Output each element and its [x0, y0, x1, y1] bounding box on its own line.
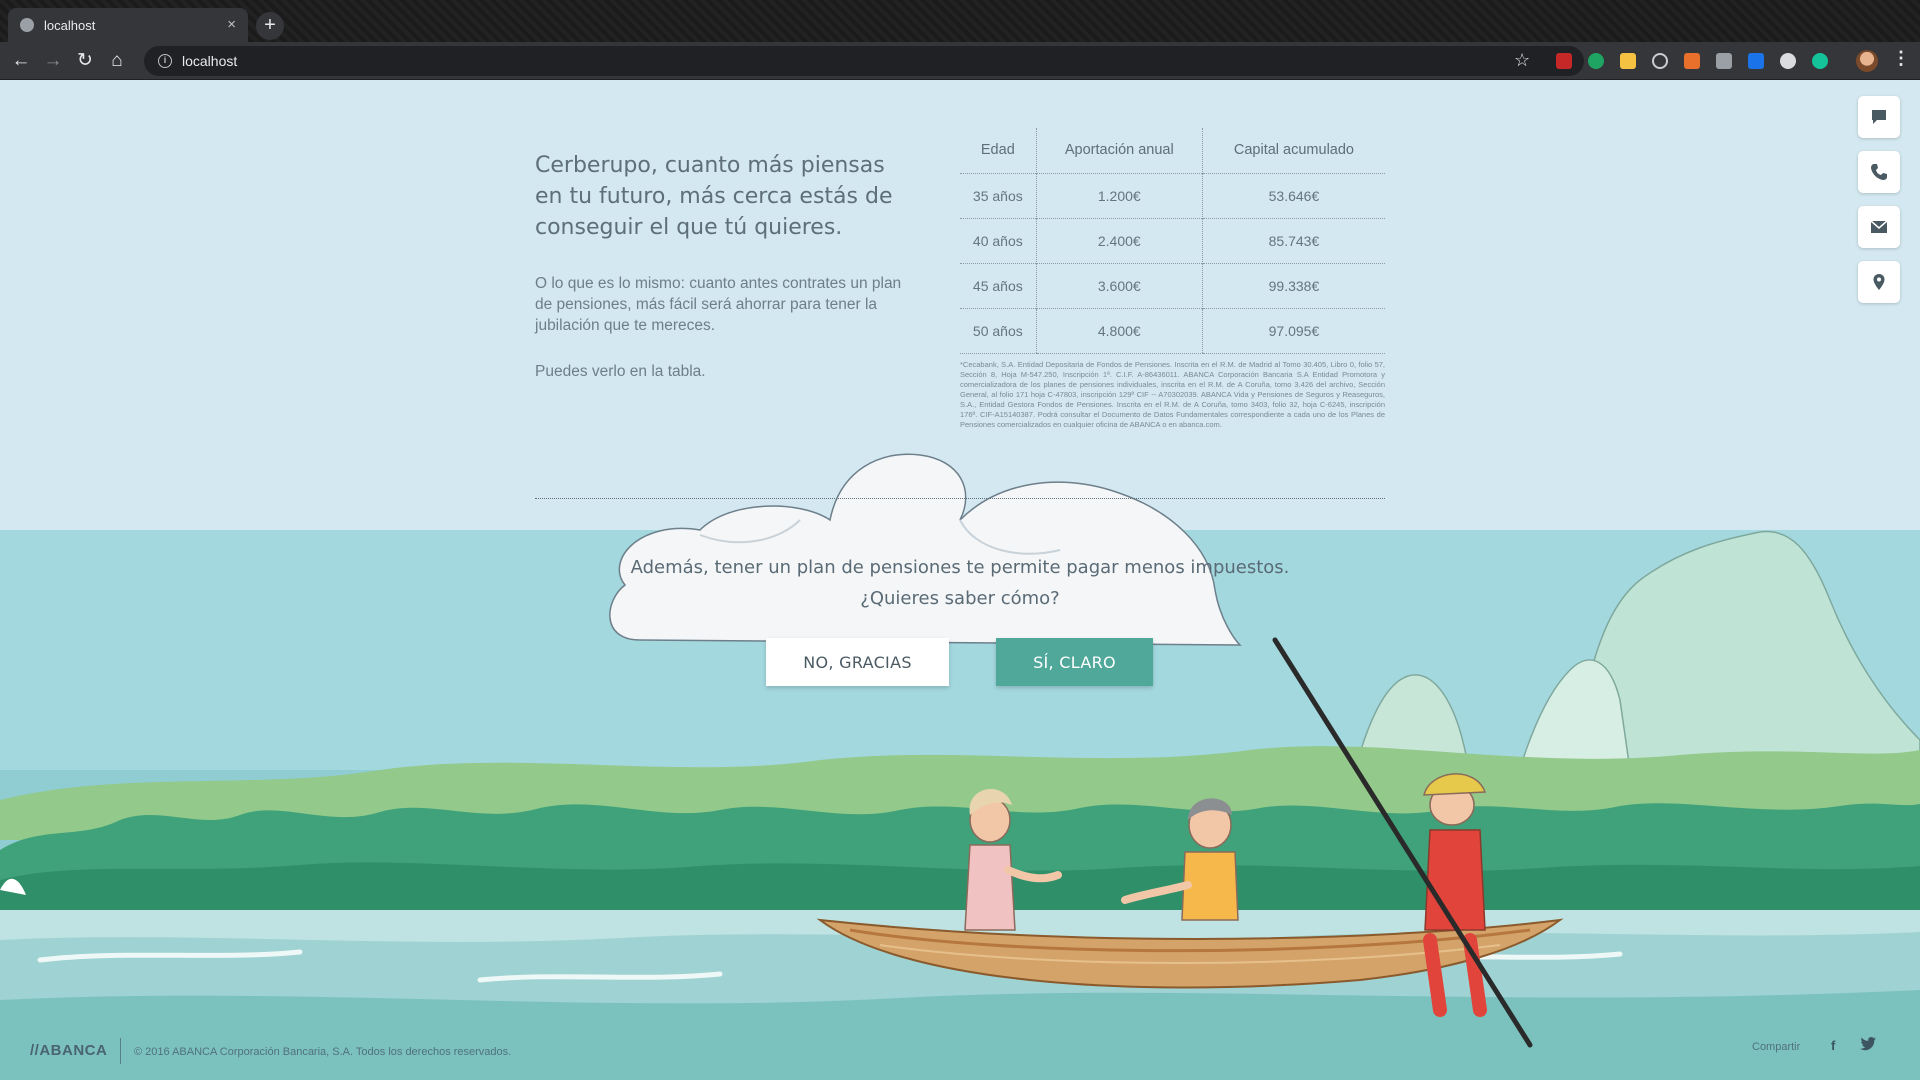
column-header-accumulated-capital: Capital acumulado	[1201, 128, 1385, 173]
extension-icon[interactable]	[1652, 53, 1668, 69]
age-cell: 45 años	[960, 262, 1037, 308]
pension-table: Edad Aportación anual Capital acumulado …	[960, 128, 1385, 354]
adblock-extension-icon[interactable]	[1556, 53, 1572, 69]
table-header-row: Edad Aportación anual Capital acumulado	[960, 128, 1385, 173]
column-header-annual-contribution: Aportación anual	[1035, 128, 1203, 173]
tab-title: localhost	[44, 17, 96, 33]
contribution-cell: 4.800€	[1035, 307, 1203, 354]
capital-cell: 97.095€	[1201, 307, 1385, 354]
table-row: 45 años 3.600€ 99.338€	[960, 262, 1385, 308]
chat-icon	[1872, 110, 1886, 124]
location-icon	[1873, 274, 1885, 290]
extension-icon[interactable]	[1748, 53, 1764, 69]
location-button[interactable]	[1858, 261, 1900, 303]
contribution-cell: 1.200€	[1035, 172, 1203, 218]
capital-cell: 99.338€	[1201, 262, 1385, 308]
bookmark-star-icon[interactable]: ☆	[1514, 50, 1530, 71]
age-cell: 35 años	[960, 172, 1037, 218]
extension-icon[interactable]	[1588, 53, 1604, 69]
extension-icon[interactable]	[1716, 53, 1732, 69]
question-line-2: ¿Quieres saber cómo?	[860, 588, 1060, 609]
browser-menu-icon[interactable]: ⋮	[1892, 48, 1910, 69]
tab-close-icon[interactable]: ×	[227, 16, 236, 33]
extension-icon[interactable]	[1780, 53, 1796, 69]
table-row: 35 años 1.200€ 53.646€	[960, 172, 1385, 218]
contribution-cell: 3.600€	[1035, 262, 1203, 308]
browser-toolbar: ← → ↻ ⌂ i localhost ☆ ⋮	[0, 42, 1920, 80]
table-row: 50 años 4.800€ 97.095€	[960, 307, 1385, 354]
intro-paragraph: O lo que es lo mismo: cuanto antes contr…	[535, 275, 902, 334]
table-hint: Puedes verlo en la tabla.	[535, 363, 706, 380]
chat-button[interactable]	[1858, 96, 1900, 138]
capital-cell: 85.743€	[1201, 217, 1385, 263]
table-row: 40 años 2.400€ 85.743€	[960, 217, 1385, 263]
twitter-icon[interactable]	[1860, 1037, 1876, 1051]
forward-icon[interactable]: →	[40, 48, 66, 74]
mail-icon	[1870, 220, 1888, 233]
age-cell: 50 años	[960, 307, 1037, 354]
address-bar[interactable]: i localhost	[144, 46, 1584, 76]
no-thanks-button[interactable]: NO, GRACIAS	[766, 638, 949, 686]
share-label: Compartir	[1752, 1041, 1801, 1053]
intro-section: Cerberupo, cuanto más piensas en tu futu…	[535, 150, 915, 382]
column-header-age: Edad	[980, 142, 1015, 159]
new-tab-button[interactable]: +	[256, 12, 284, 40]
home-icon[interactable]: ⌂	[104, 48, 130, 74]
copyright-text: © 2016 ABANCA Corporación Bancaria, S.A.…	[134, 1046, 512, 1058]
profile-avatar[interactable]	[1856, 50, 1878, 72]
abanca-logo[interactable]: //ABANCA	[30, 1042, 107, 1059]
browser-tab[interactable]: localhost ×	[8, 8, 248, 42]
back-icon[interactable]: ←	[8, 48, 34, 74]
site-info-icon[interactable]: i	[158, 54, 172, 68]
grammarly-extension-icon[interactable]	[1812, 53, 1828, 69]
legal-disclaimer: *Cecabank, S.A. Entidad Depositaria de F…	[960, 360, 1385, 429]
page-headline: Cerberupo, cuanto más piensas en tu futu…	[535, 153, 893, 240]
browser-tab-strip: localhost × +	[0, 0, 1920, 42]
url-text: localhost	[182, 53, 238, 69]
section-divider	[535, 498, 1385, 499]
facebook-icon[interactable]: f	[1831, 1038, 1835, 1053]
page-content: Cerberupo, cuanto más piensas en tu futu…	[0, 80, 1920, 1080]
footer-divider	[120, 1038, 121, 1064]
phone-button[interactable]	[1858, 151, 1900, 193]
tax-question: Además, tener un plan de pensiones te pe…	[610, 552, 1310, 614]
contribution-cell: 2.400€	[1035, 217, 1203, 263]
question-line-1: Además, tener un plan de pensiones te pe…	[630, 557, 1290, 578]
capital-cell: 53.646€	[1201, 172, 1385, 218]
favicon-icon	[20, 18, 34, 32]
yes-sure-button[interactable]: SÍ, CLARO	[996, 638, 1153, 686]
phone-icon	[1871, 164, 1887, 180]
extension-icon[interactable]	[1620, 53, 1636, 69]
email-button[interactable]	[1858, 206, 1900, 248]
age-cell: 40 años	[960, 217, 1037, 263]
extension-icon[interactable]	[1684, 53, 1700, 69]
reload-icon[interactable]: ↻	[72, 48, 98, 74]
